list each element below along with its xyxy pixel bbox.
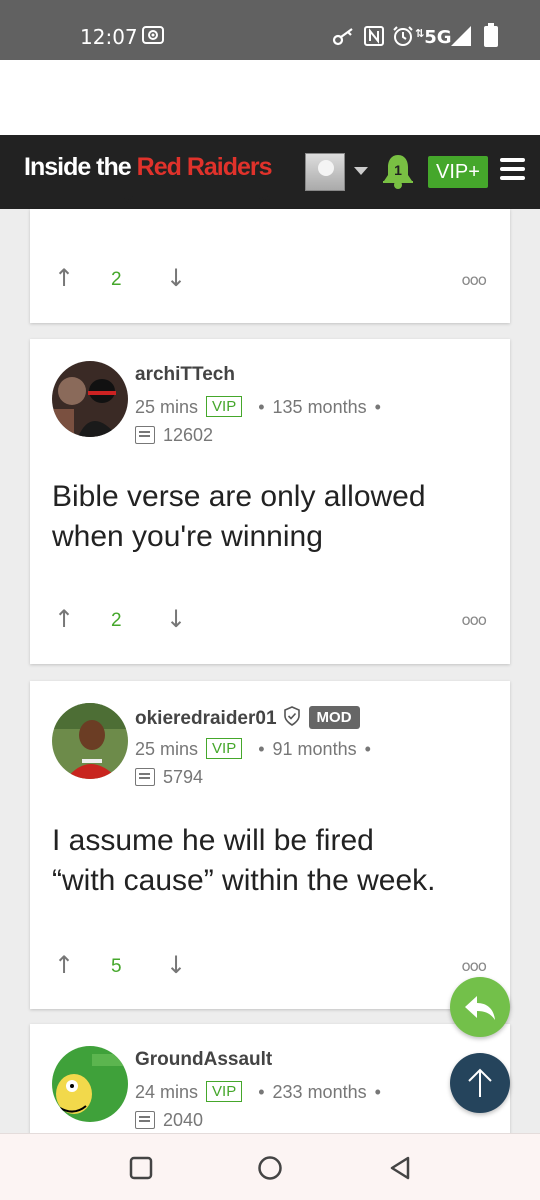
username[interactable]: okieredraider01 MOD (135, 706, 360, 732)
post-meta: 25 mins VIP • 91 months • (135, 738, 379, 760)
post-card: archiTTech 25 mins VIP • 135 months • 12602 … (30, 339, 510, 664)
more-options-icon[interactable]: ooo (461, 271, 487, 289)
network-label: 5G (424, 27, 452, 48)
message-icon (135, 1111, 155, 1129)
avatar[interactable] (52, 1046, 128, 1122)
status-bar: 12:07 ⇅5G (0, 0, 540, 60)
downvote-icon[interactable]: ↓ (166, 951, 186, 979)
separator-dot: • (258, 739, 265, 759)
upvote-icon[interactable]: ↑ (54, 605, 74, 633)
back-icon[interactable] (387, 1155, 413, 1181)
avatar[interactable] (52, 361, 128, 437)
post-count: 5794 (135, 767, 203, 788)
alarm-icon (392, 25, 414, 51)
post-count-value: 2040 (163, 1110, 204, 1130)
key-icon (332, 27, 356, 51)
post-count: 2040 (135, 1110, 203, 1131)
home-icon[interactable] (257, 1155, 283, 1181)
post-body: Bible verse are only allowed when you're… (52, 477, 492, 557)
hamburger-menu-icon[interactable] (500, 158, 525, 182)
vip-plus-button[interactable]: VIP+ (428, 156, 488, 188)
signal-icon (450, 25, 472, 51)
separator-dot: • (374, 397, 381, 417)
screen-record-icon (142, 25, 164, 49)
shield-check-icon (283, 706, 301, 732)
downvote-icon[interactable]: ↓ (166, 264, 186, 292)
separator-dot: • (364, 739, 371, 759)
separator-dot: • (258, 397, 265, 417)
post-card: ↑ 2 ↓ ooo (30, 195, 510, 323)
post-time: 24 mins (135, 1082, 199, 1102)
username[interactable]: archiTTech (135, 364, 235, 386)
upvote-icon[interactable]: ↑ (54, 264, 74, 292)
post-meta: 24 mins VIP • 233 months • (135, 1081, 389, 1103)
post-meta: 25 mins VIP • 135 months • (135, 396, 389, 418)
avatar[interactable] (52, 703, 128, 779)
vote-count: 2 (111, 269, 122, 290)
vip-badge: VIP (206, 738, 243, 759)
vip-badge: VIP (206, 1081, 243, 1102)
post-card: GroundAssault 24 mins VIP • 233 months • 204… (30, 1024, 510, 1144)
post-card: okieredraider01 MOD 25 mins VIP • 91 months •… (30, 681, 510, 1009)
post-count: 12602 (135, 425, 213, 446)
post-count-value: 5794 (163, 767, 204, 787)
post-count-value: 12602 (163, 425, 214, 445)
separator-dot: • (374, 1082, 381, 1102)
username-text: okieredraider01 (135, 708, 277, 729)
browser-spacer (0, 60, 540, 135)
more-options-icon[interactable]: ooo (461, 611, 487, 629)
more-options-icon[interactable]: ooo (461, 957, 487, 975)
user-avatar-button[interactable] (305, 153, 345, 191)
membership-duration: 135 months (272, 397, 367, 417)
membership-duration: 233 months (272, 1082, 367, 1102)
system-nav-bar (0, 1133, 540, 1200)
logo-text-white: Inside the (24, 153, 137, 181)
message-icon (135, 426, 155, 444)
battery-icon (484, 23, 498, 51)
recent-apps-icon[interactable] (129, 1156, 153, 1180)
arrow-up-icon (468, 1068, 492, 1097)
message-icon (135, 768, 155, 786)
vip-badge: VIP (206, 396, 243, 417)
separator-dot: • (258, 1082, 265, 1102)
logo-text-red: Red Raiders (136, 153, 273, 181)
vote-count: 2 (111, 610, 122, 631)
post-body-line: when you're winning (52, 520, 323, 553)
chevron-down-icon[interactable] (354, 167, 368, 175)
reply-button[interactable] (450, 977, 510, 1037)
vote-count: 5 (111, 956, 122, 977)
post-time: 25 mins (135, 397, 199, 417)
membership-duration: 91 months (272, 739, 357, 759)
post-body-cutoff (70, 195, 270, 213)
scroll-to-top-button[interactable] (450, 1053, 510, 1113)
status-time: 12:07 (80, 25, 138, 49)
notification-count: 1 (394, 162, 402, 178)
downvote-icon[interactable]: ↓ (166, 605, 186, 633)
username[interactable]: GroundAssault (135, 1049, 272, 1071)
post-body: I assume he will be fired “with cause” w… (52, 821, 492, 901)
upvote-icon[interactable]: ↑ (54, 951, 74, 979)
post-body-line: I assume he will be fired (52, 824, 374, 857)
site-logo[interactable]: Inside the Red Raiders (24, 153, 273, 182)
post-body-line: “with cause” within the week. (52, 864, 436, 897)
mod-badge: MOD (308, 706, 360, 729)
post-body-line: Bible verse are only allowed (52, 480, 426, 513)
network-type: ⇅5G (415, 27, 452, 48)
reply-arrow-icon (465, 996, 495, 1020)
nfc-icon (364, 26, 384, 50)
post-time: 25 mins (135, 739, 199, 759)
